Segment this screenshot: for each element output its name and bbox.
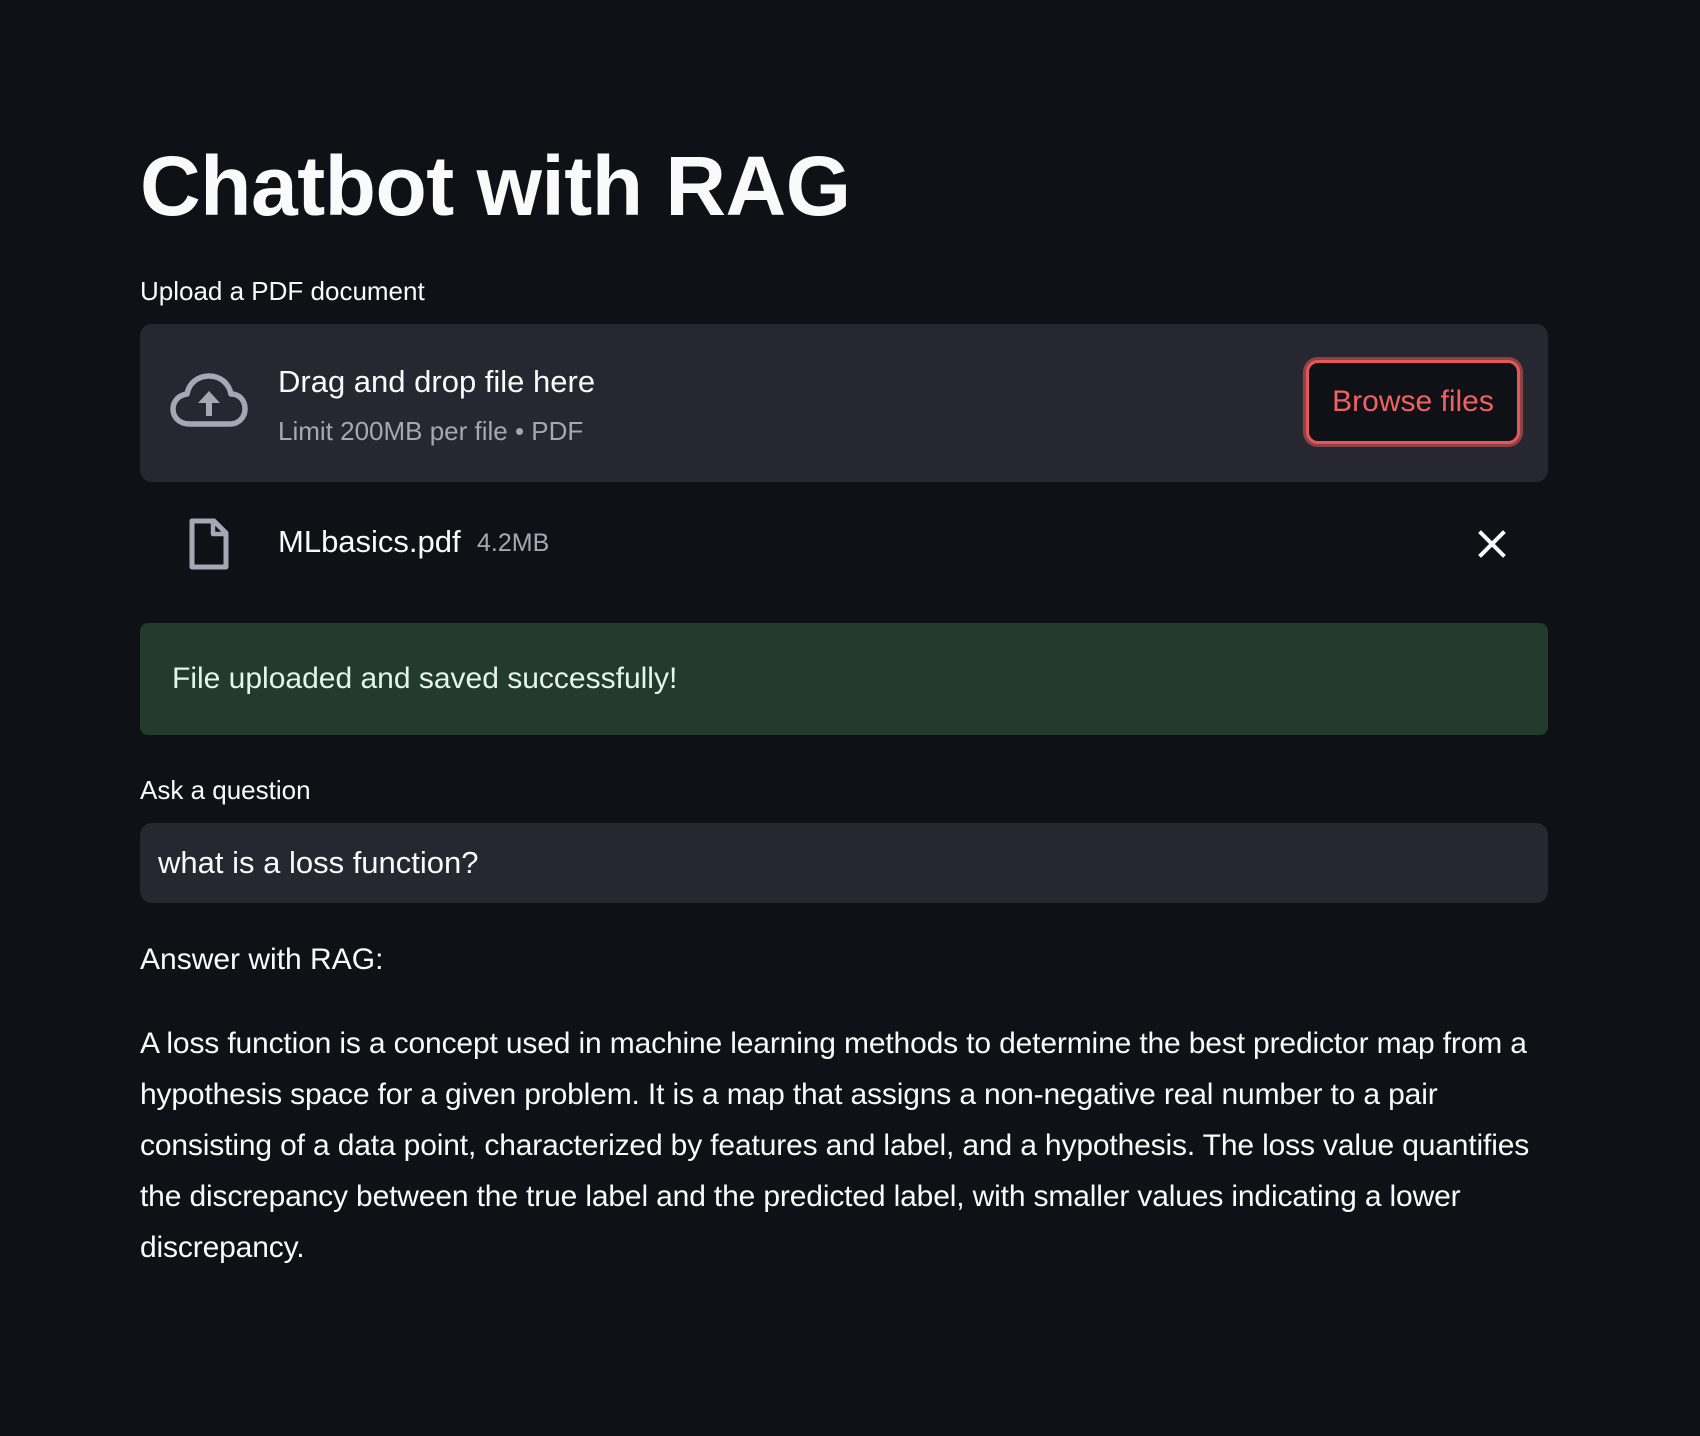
cloud-upload-icon [170,373,248,427]
answer-text: A loss function is a concept used in mac… [140,1027,1530,1264]
dropzone-limit-text: Limit 200MB per file • PDF [278,416,584,446]
uploader-label: Upload a PDF document [140,276,425,306]
success-alert: File uploaded and saved successfully! [140,623,1548,735]
page-title: Chatbot with RAG [140,139,851,233]
file-icon [189,518,229,570]
file-dropzone[interactable]: Drag and drop file here Limit 200MB per … [140,324,1548,482]
browse-files-button[interactable]: Browse files [1306,360,1520,444]
uploaded-file-size: 4.2MB [477,529,550,557]
question-input[interactable] [140,823,1548,903]
question-label: Ask a question [140,775,311,805]
uploaded-file-row: MLbasics.pdf 4.2MB [140,512,1548,574]
uploaded-file-name: MLbasics.pdf [278,524,461,559]
dropzone-title: Drag and drop file here [278,364,596,399]
answer-heading: Answer with RAG: [140,943,384,976]
remove-file-close-icon[interactable] [1470,522,1514,566]
